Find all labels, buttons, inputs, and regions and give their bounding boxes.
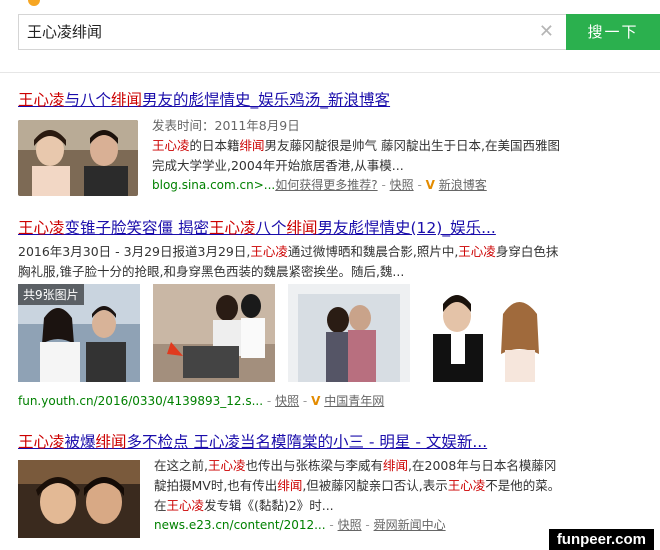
source-link[interactable]: 舜网新闻中心 xyxy=(374,518,446,532)
result-date: 发表时间：2011年8月9日 xyxy=(152,118,300,133)
recommend-link[interactable]: 如何获得更多推荐? xyxy=(275,178,377,192)
title-highlight[interactable]: 王心凌 xyxy=(209,219,256,237)
snippet-highlight: 王心凌 xyxy=(207,458,246,473)
result-url[interactable]: fun.youth.cn/2016/0330/4139893_12.s... xyxy=(18,394,263,408)
close-icon[interactable]: ✕ xyxy=(539,15,554,49)
verified-v-icon: V xyxy=(311,394,321,408)
search-result: 王心凌与八个绯闻男友的彪悍情史_娱乐鸡汤_新浪博客 发表时间：2011年8月9日… xyxy=(18,90,648,196)
title-highlight[interactable]: 绯闻 xyxy=(111,91,142,109)
title-text[interactable]: 与八个 xyxy=(65,91,112,109)
result-title-link[interactable]: 王心凌变锥子脸笑容僵 揭密王心凌八个绯闻男友彪悍情史(12)_娱乐... xyxy=(18,218,648,238)
logo xyxy=(28,0,40,6)
title-highlight[interactable]: 王心凌 xyxy=(18,91,65,109)
result-title-link[interactable]: 王心凌与八个绯闻男友的彪悍情史_娱乐鸡汤_新浪博客 xyxy=(18,90,648,110)
cache-link[interactable]: 快照 xyxy=(275,394,299,408)
title-text[interactable]: 多不检点 王心凌当名模隋棠的小三 - 明星 - 文娱新... xyxy=(127,433,488,451)
snippet-highlight: 王心凌 xyxy=(447,478,486,493)
separator: - xyxy=(417,178,422,192)
title-highlight[interactable]: 绯闻 xyxy=(96,433,127,451)
result-snippet: 王心凌的日本籍绯闻男友藤冈靛很是帅气 藤冈靛出生于日本,在美国西雅图完成大学学业… xyxy=(152,136,562,176)
result-snippet: 2016年3月30日 - 3月29日报道3月29日,王心凌通过微博晒和魏晨合影,… xyxy=(18,242,563,282)
title-highlight[interactable]: 绯闻 xyxy=(286,219,317,237)
separator: - xyxy=(329,518,334,532)
verified-v-icon: V xyxy=(425,178,435,192)
title-text[interactable]: 男友彪悍情史(12)_娱乐... xyxy=(318,219,496,237)
cache-link[interactable]: 快照 xyxy=(390,178,414,192)
result-title-link[interactable]: 王心凌被爆绯闻多不检点 王心凌当名模隋棠的小三 - 明星 - 文娱新... xyxy=(18,432,648,452)
snippet-highlight: 王心凌 xyxy=(152,138,190,153)
separator: - xyxy=(266,394,272,408)
result-url[interactable]: blog.sina.com.cn>... xyxy=(152,178,275,192)
separator: - xyxy=(365,518,370,532)
result-meta: news.e23.cn/content/2012... - 快照 - 舜网新闻中… xyxy=(154,516,562,534)
search-box[interactable]: 王心凌绯闻 ✕ xyxy=(18,14,566,50)
result-image[interactable] xyxy=(153,284,275,382)
result-thumbnail[interactable] xyxy=(18,460,140,538)
result-image[interactable] xyxy=(288,284,410,382)
result-image[interactable]: 共9张图片 xyxy=(18,284,140,382)
title-highlight[interactable]: 王心凌 xyxy=(18,219,65,237)
result-thumbnail[interactable] xyxy=(18,120,138,196)
search-button[interactable]: 搜一下 xyxy=(566,14,660,50)
snippet-highlight: 王心凌 xyxy=(250,244,288,259)
watermark: funpeer.com xyxy=(548,529,654,550)
snippet-text: 通过微博晒和魏晨合影,照片中, xyxy=(287,244,459,259)
title-text[interactable]: 男友的彪悍情史_娱乐鸡汤_新浪博客 xyxy=(142,91,390,109)
snippet-text: 的日本籍 xyxy=(189,138,240,153)
search-input[interactable]: 王心凌绯闻 xyxy=(27,15,527,49)
separator: - xyxy=(302,394,308,408)
snippet-text: 2016年3月30日 - 3月29日报道3月29日, xyxy=(18,244,251,259)
separator: - xyxy=(381,178,386,192)
snippet-text: ,但被藤冈靛亲口否认,表示 xyxy=(302,478,448,493)
result-image[interactable] xyxy=(423,284,545,382)
snippet-highlight: 绯闻 xyxy=(383,458,409,473)
result-snippet: 在这之前,王心凌也传出与张栋梁与李威有绯闻,在2008年与日本名模藤冈靛拍摄MV… xyxy=(154,456,562,516)
title-highlight[interactable]: 王心凌 xyxy=(18,433,65,451)
image-strip: 共9张图片 xyxy=(18,284,548,382)
search-header: 王心凌绯闻 ✕ 搜一下 xyxy=(0,0,660,73)
result-meta: blog.sina.com.cn>...如何获得更多推荐? - 快照 - V 新… xyxy=(152,176,562,194)
search-result: 王心凌被爆绯闻多不检点 王心凌当名模隋棠的小三 - 明星 - 文娱新... 在这… xyxy=(18,432,648,538)
title-text[interactable]: 变锥子脸笑容僵 揭密 xyxy=(65,219,209,237)
result-meta: fun.youth.cn/2016/0330/4139893_12.s... -… xyxy=(18,392,384,410)
search-result: 王心凌变锥子脸笑容僵 揭密王心凌八个绯闻男友彪悍情史(12)_娱乐... 201… xyxy=(18,218,648,408)
source-link[interactable]: 新浪博客 xyxy=(439,178,487,192)
snippet-text: 发专辑《(黏黏)2》时... xyxy=(204,498,334,513)
snippet-highlight: 绯闻 xyxy=(239,138,265,153)
image-count-badge: 共9张图片 xyxy=(18,284,84,305)
title-text[interactable]: 被爆 xyxy=(65,433,96,451)
cache-link[interactable]: 快照 xyxy=(338,518,362,532)
title-text[interactable]: 八个 xyxy=(255,219,286,237)
snippet-highlight: 王心凌 xyxy=(166,498,205,513)
snippet-highlight: 王心凌 xyxy=(458,244,496,259)
snippet-text: 在这之前, xyxy=(154,458,208,473)
snippet-text: 也传出与张栋梁与李威有 xyxy=(245,458,384,473)
result-url[interactable]: news.e23.cn/content/2012... xyxy=(154,518,326,532)
source-link[interactable]: 中国青年网 xyxy=(324,394,384,408)
snippet-highlight: 绯闻 xyxy=(277,478,303,493)
